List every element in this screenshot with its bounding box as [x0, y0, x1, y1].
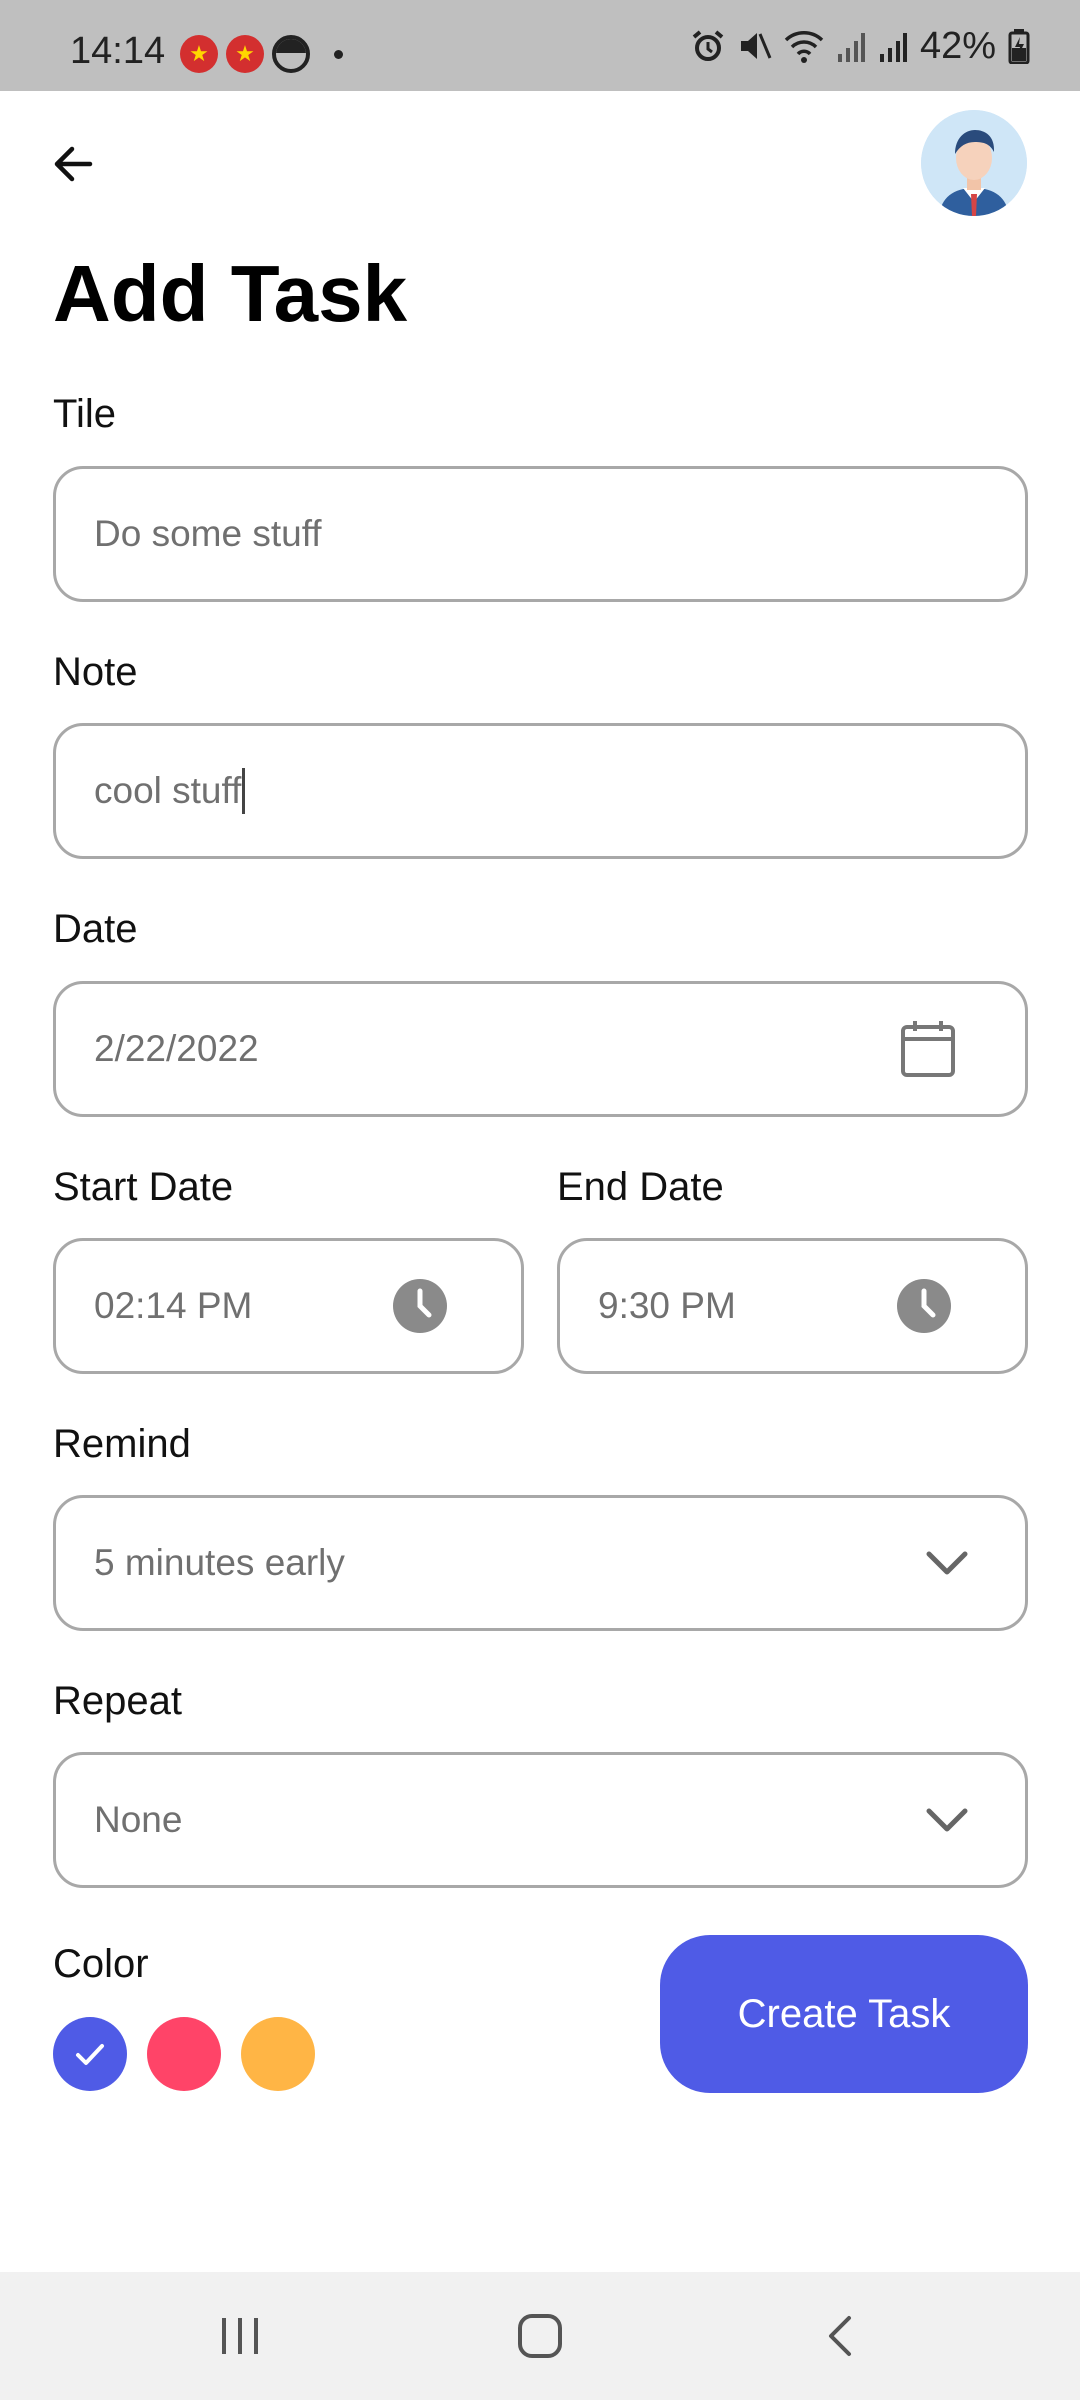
- note-input-value: cool stuff: [94, 770, 242, 811]
- title-label: Tile: [53, 392, 116, 436]
- remind-select[interactable]: 5 minutes early: [53, 1495, 1028, 1631]
- date-value: 2/22/2022: [94, 1028, 259, 1069]
- date-field[interactable]: 2/22/2022: [53, 981, 1028, 1117]
- signal-icon: [879, 33, 907, 62]
- battery-percent: 42%: [919, 24, 996, 67]
- text-cursor: [242, 768, 246, 814]
- avatar[interactable]: [921, 110, 1027, 216]
- color-label: Color: [53, 1942, 149, 1986]
- home-icon: [518, 2314, 562, 2358]
- alarm-icon: [692, 30, 724, 61]
- note-input-content: cool stuff: [94, 726, 246, 856]
- note-label: Note: [53, 650, 138, 694]
- color-swatch-blue[interactable]: [53, 2017, 127, 2091]
- notification-app-icon: [272, 35, 310, 73]
- color-swatch-pink[interactable]: [147, 2017, 221, 2091]
- chevron-down-icon: [926, 1551, 968, 1575]
- create-task-button[interactable]: Create Task: [660, 1935, 1028, 2093]
- repeat-value: None: [94, 1799, 183, 1840]
- calendar-icon[interactable]: [899, 1019, 957, 1079]
- start-time-value: 02:14 PM: [94, 1285, 253, 1326]
- back-button[interactable]: [46, 136, 102, 192]
- end-date-label: End Date: [557, 1165, 724, 1209]
- system-nav-bar: [0, 2272, 1080, 2400]
- notification-flag-icon: ★: [180, 35, 218, 73]
- chevron-left-icon: [829, 2316, 851, 2356]
- start-time-field[interactable]: 02:14 PM: [53, 1238, 524, 1374]
- status-icons: 42%: [690, 24, 1030, 67]
- status-time: 14:14: [70, 30, 166, 72]
- user-avatar-icon: [921, 110, 1027, 216]
- more-notifications-dot-icon: [334, 50, 343, 59]
- clock-icon[interactable]: [393, 1279, 447, 1333]
- start-date-label: Start Date: [53, 1165, 234, 1209]
- wifi-icon: [784, 31, 824, 63]
- clock-icon[interactable]: [897, 1279, 951, 1333]
- system-back-button[interactable]: [800, 2272, 880, 2400]
- color-swatch-orange[interactable]: [241, 2017, 315, 2091]
- page-title: Add Task: [53, 249, 408, 338]
- arrow-left-icon: [54, 146, 93, 182]
- repeat-select[interactable]: None: [53, 1752, 1028, 1888]
- signal-icon: [837, 33, 865, 62]
- repeat-label: Repeat: [53, 1679, 182, 1723]
- title-input-value: Do some stuff: [94, 513, 322, 554]
- remind-label: Remind: [53, 1422, 191, 1466]
- check-icon: [76, 2044, 104, 2065]
- mute-icon: [740, 33, 772, 59]
- note-input[interactable]: cool stuff: [53, 723, 1028, 859]
- recents-button[interactable]: [200, 2272, 280, 2400]
- date-label: Date: [53, 907, 138, 951]
- end-time-field[interactable]: 9:30 PM: [557, 1238, 1028, 1374]
- end-time-value: 9:30 PM: [598, 1285, 736, 1326]
- title-input[interactable]: Do some stuff: [53, 466, 1028, 602]
- notification-flag-icon: ★: [226, 35, 264, 73]
- battery-charging-icon: [1008, 29, 1030, 64]
- status-bar: 14:14 ★ ★ 42%: [0, 0, 1080, 91]
- recents-icon: [222, 2318, 258, 2354]
- remind-value: 5 minutes early: [94, 1542, 345, 1583]
- chevron-down-icon: [926, 1808, 968, 1832]
- home-button[interactable]: [500, 2272, 580, 2400]
